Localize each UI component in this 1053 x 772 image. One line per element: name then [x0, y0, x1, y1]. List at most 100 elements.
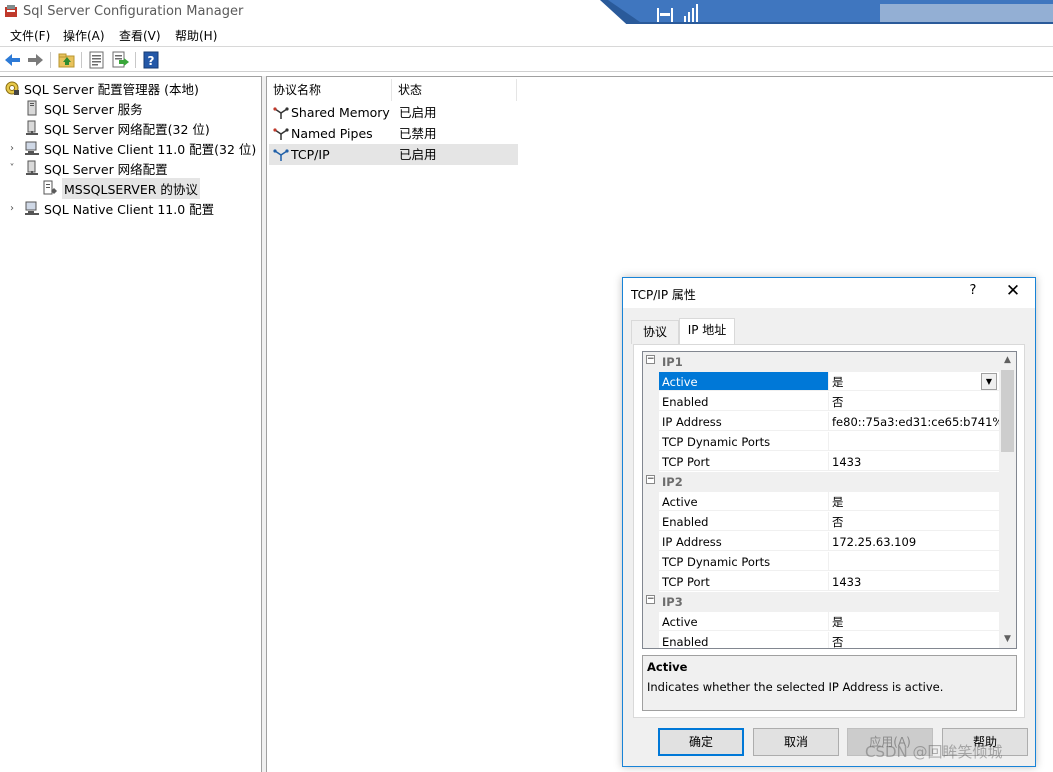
protocol-name: Shared Memory: [291, 105, 390, 120]
property-row[interactable]: Active 是: [643, 612, 999, 632]
dialog-close-button[interactable]: ✕: [1001, 281, 1025, 301]
collapse-chevron-icon[interactable]: ˅: [6, 163, 18, 174]
property-row[interactable]: Enabled 否: [643, 392, 999, 412]
expand-chevron-icon[interactable]: ›: [6, 203, 18, 214]
toolbar-separator: [135, 52, 136, 68]
menu-view[interactable]: 查看(V): [119, 27, 161, 44]
protocols-icon: [43, 180, 57, 195]
tab-protocol[interactable]: 协议: [631, 320, 679, 344]
tree-node-mssqlserver-protocols[interactable]: MSSQLSERVER 的协议: [42, 177, 200, 199]
tree-node-services[interactable]: SQL Server 服务: [24, 98, 143, 118]
property-row[interactable]: Enabled 否: [643, 632, 999, 648]
property-value[interactable]: 172.25.63.109: [829, 532, 999, 551]
config-manager-icon: [5, 81, 19, 95]
property-name: Enabled: [659, 632, 829, 648]
watermark: CSDN @回眸笑倾城: [865, 743, 1003, 761]
property-row[interactable]: Enabled 否: [643, 512, 999, 532]
client-config-icon: [25, 141, 39, 155]
tree-node-label: SQL Server 配置管理器 (本地): [24, 81, 199, 97]
property-name: Enabled: [659, 392, 829, 411]
properties-icon[interactable]: [87, 50, 107, 70]
property-value[interactable]: 否: [829, 512, 999, 531]
property-row[interactable]: IP Address 172.25.63.109: [643, 532, 999, 552]
property-row[interactable]: Active 是 ▼: [643, 372, 999, 392]
column-header-status[interactable]: 状态: [392, 79, 517, 101]
property-value[interactable]: [829, 432, 999, 451]
collapse-box-icon[interactable]: −: [646, 595, 655, 604]
dialog-help-button[interactable]: ?: [963, 283, 983, 298]
tree-node-root[interactable]: SQL Server 配置管理器 (本地): [4, 78, 199, 98]
category-row-ip3[interactable]: − IP3: [643, 592, 999, 612]
scroll-down-arrow-icon[interactable]: ▼: [999, 631, 1016, 648]
app-icon: [5, 5, 17, 17]
dropdown-arrow-icon[interactable]: ▼: [981, 373, 997, 390]
menu-bar: 文件(F) 操作(A) 查看(V) 帮助(H): [0, 24, 1053, 46]
property-name: Active: [659, 372, 829, 391]
collapse-box-icon[interactable]: −: [646, 355, 655, 364]
description-title: Active: [647, 660, 688, 674]
property-row[interactable]: IP Address fe80::75a3:ed31:ce65:b741%3: [643, 412, 999, 432]
tree-node-network-config[interactable]: ˅ SQL Server 网络配置: [6, 158, 168, 178]
property-value[interactable]: [829, 552, 999, 571]
back-arrow-icon[interactable]: [3, 50, 23, 70]
scroll-up-arrow-icon[interactable]: ▲: [999, 352, 1016, 369]
column-header-protocol-name[interactable]: 协议名称: [267, 79, 392, 101]
tree-node-network-config-32[interactable]: SQL Server 网络配置(32 位): [24, 118, 210, 138]
property-value[interactable]: 否: [829, 392, 999, 411]
dialog-titlebar: TCP/IP 属性 ? ✕: [623, 278, 1035, 308]
property-row[interactable]: TCP Dynamic Ports: [643, 432, 999, 452]
property-value[interactable]: 是: [829, 492, 999, 511]
property-grid: − IP1 Active 是 ▼ Enabled 否 IP Address fe8…: [642, 351, 1017, 649]
property-row[interactable]: TCP Dynamic Ports: [643, 552, 999, 572]
protocol-icon: [273, 128, 289, 140]
property-value[interactable]: 是 ▼: [829, 372, 999, 391]
expand-chevron-icon[interactable]: ›: [6, 143, 18, 154]
svg-text:?: ?: [148, 54, 155, 68]
menu-action[interactable]: 操作(A): [63, 27, 105, 44]
help-icon[interactable]: ?: [141, 50, 161, 70]
list-row-tcp-ip[interactable]: TCP/IP 已启用: [269, 144, 518, 165]
tab-content: − IP1 Active 是 ▼ Enabled 否 IP Address fe8…: [633, 344, 1025, 718]
category-row-ip1[interactable]: − IP1: [643, 352, 999, 372]
property-row[interactable]: Active 是: [643, 492, 999, 512]
property-value[interactable]: 1433: [829, 572, 999, 591]
menu-file[interactable]: 文件(F): [10, 27, 50, 44]
scroll-thumb[interactable]: [1001, 370, 1014, 452]
cancel-button[interactable]: 取消: [753, 728, 839, 756]
property-name: TCP Dynamic Ports: [659, 552, 829, 571]
category-name: IP3: [662, 595, 683, 609]
property-value[interactable]: 是: [829, 612, 999, 631]
tree-node-label: SQL Server 服务: [44, 101, 143, 117]
property-name: IP Address: [659, 532, 829, 551]
protocol-status: 已禁用: [399, 126, 437, 141]
collapse-box-icon[interactable]: −: [646, 475, 655, 484]
menu-help[interactable]: 帮助(H): [175, 27, 217, 44]
protocol-status: 已启用: [399, 105, 437, 120]
forward-arrow-icon[interactable]: [25, 50, 45, 70]
vertical-scrollbar[interactable]: ▲ ▼: [999, 352, 1016, 648]
list-row-shared-memory[interactable]: Shared Memory 已启用: [269, 102, 518, 123]
toolbar-separator: [81, 52, 82, 68]
property-value[interactable]: 1433: [829, 452, 999, 471]
property-value[interactable]: 否: [829, 632, 999, 648]
ok-button[interactable]: 确定: [658, 728, 744, 756]
protocol-status: 已启用: [399, 147, 437, 162]
tree-node-native-client-32[interactable]: › SQL Native Client 11.0 配置(32 位): [6, 138, 256, 158]
property-value[interactable]: fe80::75a3:ed31:ce65:b741%3: [829, 412, 999, 431]
protocol-name: TCP/IP: [291, 147, 330, 162]
tab-ip-addresses[interactable]: IP 地址: [679, 318, 735, 345]
property-name: Enabled: [659, 512, 829, 531]
network-config-icon: [26, 120, 38, 135]
export-list-icon[interactable]: [110, 50, 130, 70]
category-row-ip2[interactable]: − IP2: [643, 472, 999, 492]
property-row[interactable]: TCP Port 1433: [643, 572, 999, 592]
property-row[interactable]: TCP Port 1433: [643, 452, 999, 472]
property-name: TCP Dynamic Ports: [659, 432, 829, 451]
property-name: TCP Port: [659, 452, 829, 471]
list-row-named-pipes[interactable]: Named Pipes 已禁用: [269, 123, 518, 144]
network-config-icon: [26, 160, 38, 175]
up-folder-icon[interactable]: [57, 50, 77, 70]
tree-node-label: SQL Server 网络配置: [44, 161, 168, 177]
toolbar: ?: [0, 46, 1053, 72]
tree-node-native-client[interactable]: › SQL Native Client 11.0 配置: [6, 198, 214, 218]
